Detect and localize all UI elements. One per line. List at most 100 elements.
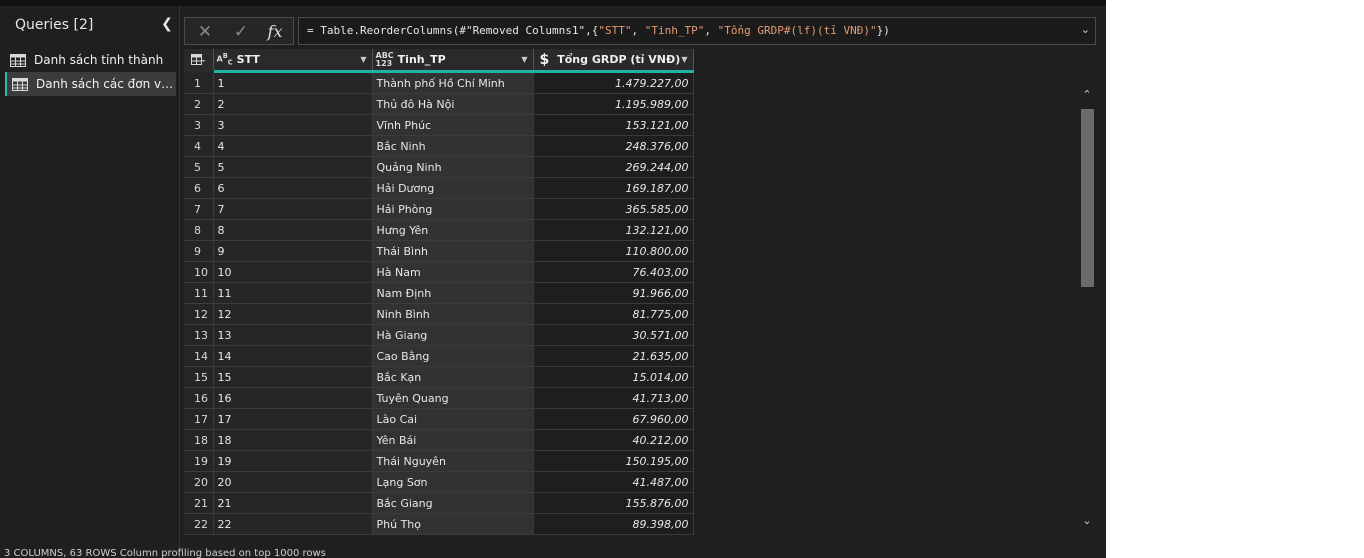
cell-tong-grdp[interactable]: 40.212,00 (533, 429, 694, 451)
collapse-pane-icon[interactable]: ❮ (160, 16, 174, 32)
abc-text-type-icon[interactable]: ABC (217, 52, 233, 66)
table-row[interactable]: 12 12 Ninh Bình 81.775,00 (184, 303, 694, 325)
table-row[interactable]: 9 9 Thái Bình 110.800,00 (184, 240, 694, 262)
table-row[interactable]: 11 11 Nam Định 91.966,00 (184, 282, 694, 304)
row-number[interactable]: 11 (184, 282, 214, 304)
cell-tong-grdp[interactable]: 110.800,00 (533, 240, 694, 262)
table-row[interactable]: 4 4 Bắc Ninh 248.376,00 (184, 135, 694, 157)
cell-stt[interactable]: 20 (213, 471, 373, 493)
insert-function-icon[interactable]: fx (263, 21, 287, 43)
cell-tong-grdp[interactable]: 67.960,00 (533, 408, 694, 430)
cell-stt[interactable]: 6 (213, 177, 373, 199)
cell-stt[interactable]: 4 (213, 135, 373, 157)
cell-stt[interactable]: 8 (213, 219, 373, 241)
commit-formula-icon[interactable]: ✓ (229, 21, 253, 43)
table-row[interactable]: 3 3 Vĩnh Phúc 153.121,00 (184, 114, 694, 136)
filter-dropdown-icon[interactable]: ▼ (681, 55, 687, 64)
table-row[interactable]: 8 8 Hưng Yên 132.121,00 (184, 219, 694, 241)
cell-tong-grdp[interactable]: 91.966,00 (533, 282, 694, 304)
cell-stt[interactable]: 3 (213, 114, 373, 136)
cell-stt[interactable]: 2 (213, 93, 373, 115)
cell-stt[interactable]: 15 (213, 366, 373, 388)
column-header-tong-grdp[interactable]: $ Tổng GRDP (tỉ VNĐ) ▼ (533, 49, 694, 73)
cell-tong-grdp[interactable]: 81.775,00 (533, 303, 694, 325)
row-number[interactable]: 9 (184, 240, 214, 262)
cell-tinh-tp[interactable]: Bắc Kạn (372, 366, 534, 388)
cell-tinh-tp[interactable]: Thành phố Hồ Chí Minh (372, 71, 534, 94)
row-number[interactable]: 5 (184, 156, 214, 178)
table-row[interactable]: 2 2 Thủ đô Hà Nội 1.195.989,00 (184, 93, 694, 115)
table-row[interactable]: 7 7 Hải Phòng 365.585,00 (184, 198, 694, 220)
row-number[interactable]: 6 (184, 177, 214, 199)
cell-tong-grdp[interactable]: 41.713,00 (533, 387, 694, 409)
table-row[interactable]: 21 21 Bắc Giang 155.876,00 (184, 492, 694, 514)
cell-tong-grdp[interactable]: 30.571,00 (533, 324, 694, 346)
cell-stt[interactable]: 9 (213, 240, 373, 262)
cell-tinh-tp[interactable]: Ninh Bình (372, 303, 534, 325)
cell-stt[interactable]: 21 (213, 492, 373, 514)
row-number[interactable]: 12 (184, 303, 214, 325)
row-number[interactable]: 1 (184, 71, 214, 94)
row-number[interactable]: 21 (184, 492, 214, 514)
cell-tong-grdp[interactable]: 365.585,00 (533, 198, 694, 220)
row-number[interactable]: 13 (184, 324, 214, 346)
cell-stt[interactable]: 11 (213, 282, 373, 304)
table-row[interactable]: 15 15 Bắc Kạn 15.014,00 (184, 366, 694, 388)
cell-tinh-tp[interactable]: Phú Thọ (372, 513, 534, 535)
query-item-danh-sach-don-vi[interactable]: Danh sách các đơn vị hà... (5, 72, 176, 96)
pane-divider[interactable] (179, 6, 180, 558)
scrollbar-thumb[interactable] (1081, 109, 1094, 287)
filter-dropdown-icon[interactable]: ▼ (360, 55, 366, 64)
table-row[interactable]: 18 18 Yên Bái 40.212,00 (184, 429, 694, 451)
row-number[interactable]: 7 (184, 198, 214, 220)
table-row[interactable]: 17 17 Lào Cai 67.960,00 (184, 408, 694, 430)
column-header-tinh-tp[interactable]: ABC 123 Tinh_TP ▼ (372, 49, 534, 73)
cell-stt[interactable]: 1 (213, 71, 373, 94)
cell-tinh-tp[interactable]: Lạng Sơn (372, 471, 534, 493)
row-number[interactable]: 2 (184, 93, 214, 115)
cell-tong-grdp[interactable]: 15.014,00 (533, 366, 694, 388)
cell-tinh-tp[interactable]: Yên Bái (372, 429, 534, 451)
cell-stt[interactable]: 22 (213, 513, 373, 535)
row-number[interactable]: 3 (184, 114, 214, 136)
cell-stt[interactable]: 13 (213, 324, 373, 346)
row-number[interactable]: 20 (184, 471, 214, 493)
cell-tong-grdp[interactable]: 155.876,00 (533, 492, 694, 514)
cancel-formula-icon[interactable]: ✕ (193, 21, 217, 43)
cell-tinh-tp[interactable]: Tuyên Quang (372, 387, 534, 409)
row-number[interactable]: 14 (184, 345, 214, 367)
row-number[interactable]: 4 (184, 135, 214, 157)
cell-tong-grdp[interactable]: 1.195.989,00 (533, 93, 694, 115)
cell-tong-grdp[interactable]: 248.376,00 (533, 135, 694, 157)
cell-tong-grdp[interactable]: 89.398,00 (533, 513, 694, 535)
cell-tinh-tp[interactable]: Hưng Yên (372, 219, 534, 241)
scroll-down-icon[interactable]: ⌄ (1080, 514, 1094, 528)
cell-stt[interactable]: 16 (213, 387, 373, 409)
table-row[interactable]: 10 10 Hà Nam 76.403,00 (184, 261, 694, 283)
filter-dropdown-icon[interactable]: ▼ (521, 55, 527, 64)
row-number[interactable]: 18 (184, 429, 214, 451)
table-row[interactable]: 5 5 Quảng Ninh 269.244,00 (184, 156, 694, 178)
cell-stt[interactable]: 18 (213, 429, 373, 451)
query-item-danh-sach-tinh-thanh[interactable]: Danh sách tỉnh thành (5, 48, 176, 72)
cell-tong-grdp[interactable]: 153.121,00 (533, 114, 694, 136)
table-row[interactable]: 6 6 Hải Dương 169.187,00 (184, 177, 694, 199)
cell-tong-grdp[interactable]: 76.403,00 (533, 261, 694, 283)
table-row[interactable]: 20 20 Lạng Sơn 41.487,00 (184, 471, 694, 493)
cell-tong-grdp[interactable]: 21.635,00 (533, 345, 694, 367)
column-header-stt[interactable]: ABC STT ▼ (213, 49, 373, 73)
cell-tong-grdp[interactable]: 150.195,00 (533, 450, 694, 472)
formula-input[interactable]: = Table.ReorderColumns(#"Removed Columns… (298, 17, 1096, 45)
abc-123-any-type-icon[interactable]: ABC 123 (376, 51, 394, 68)
cell-stt[interactable]: 17 (213, 408, 373, 430)
cell-stt[interactable]: 5 (213, 156, 373, 178)
table-row[interactable]: 1 1 Thành phố Hồ Chí Minh 1.479.227,00 (184, 71, 694, 94)
cell-tinh-tp[interactable]: Thủ đô Hà Nội (372, 93, 534, 115)
cell-tinh-tp[interactable]: Hà Giang (372, 324, 534, 346)
cell-tong-grdp[interactable]: 41.487,00 (533, 471, 694, 493)
cell-tinh-tp[interactable]: Thái Nguyên (372, 450, 534, 472)
table-row[interactable]: 22 22 Phú Thọ 89.398,00 (184, 513, 694, 535)
cell-stt[interactable]: 7 (213, 198, 373, 220)
cell-tinh-tp[interactable]: Hải Phòng (372, 198, 534, 220)
cell-tinh-tp[interactable]: Thái Bình (372, 240, 534, 262)
